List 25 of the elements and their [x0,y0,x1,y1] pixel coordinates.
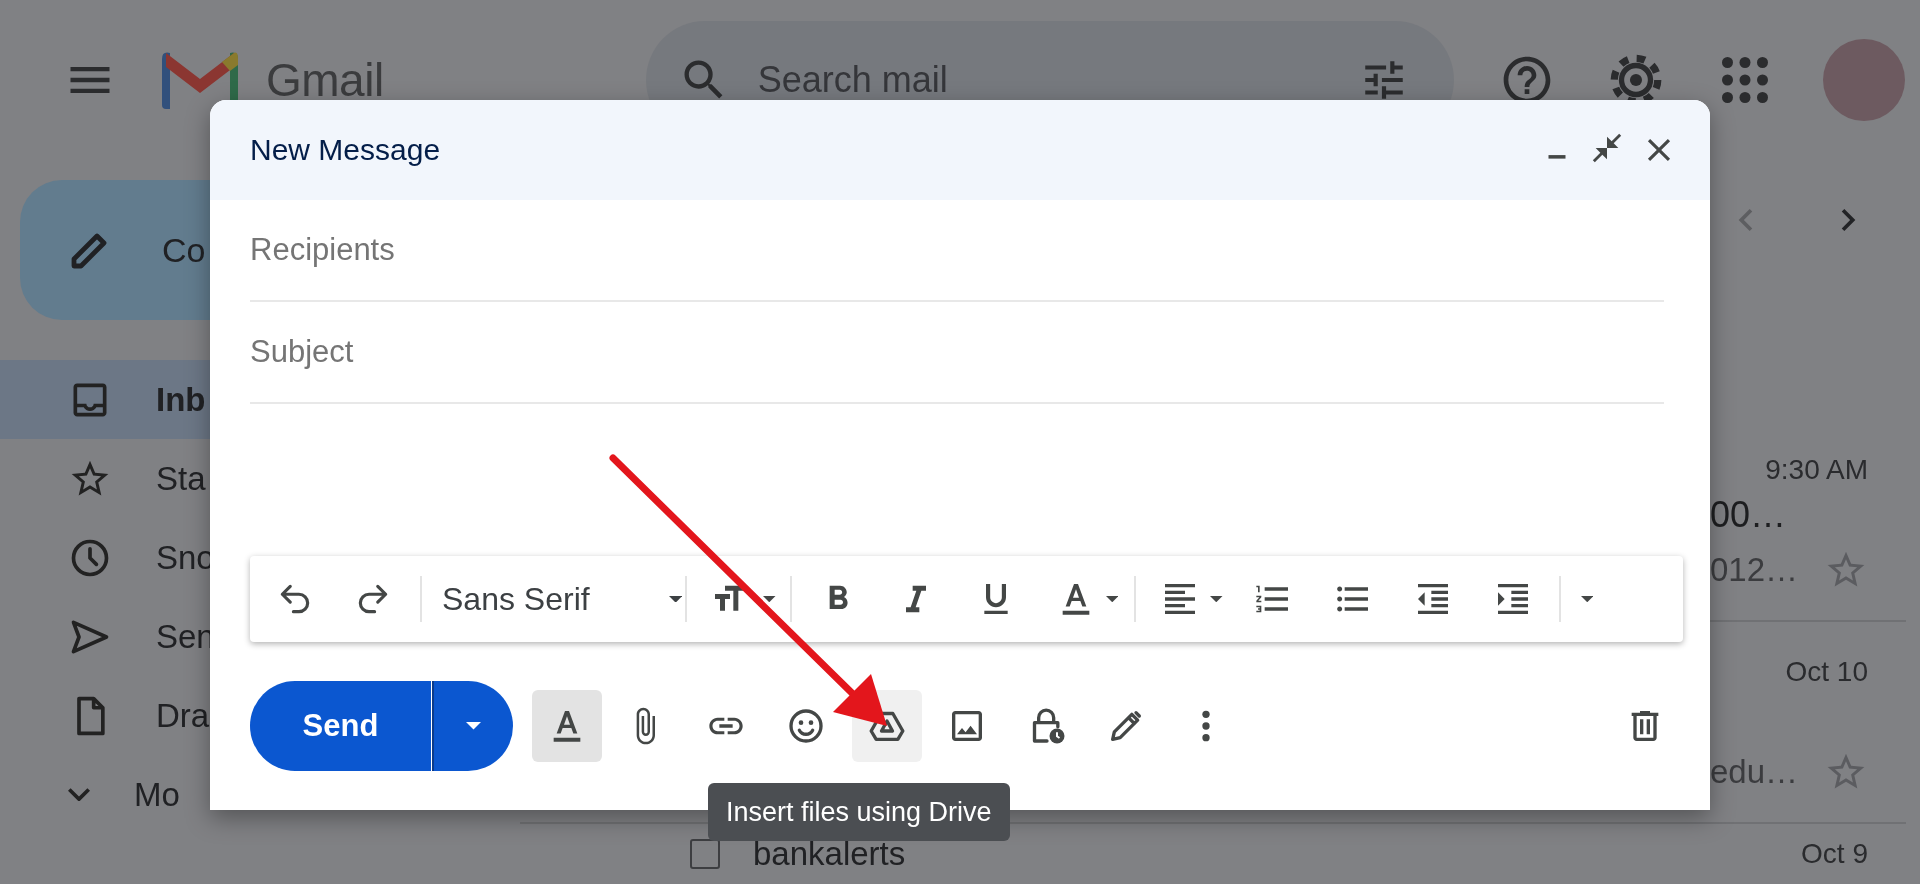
font-dropdown[interactable]: Sans Serif [442,580,682,618]
mail-subject: 00… [1710,493,1787,537]
window-title: New Message [250,133,441,167]
tooltip: Insert files using Drive [708,783,1010,841]
caret-icon[interactable] [1105,595,1118,603]
formatting-options-button[interactable] [532,690,602,762]
emoji-icon[interactable] [786,706,826,746]
exit-full-screen-icon[interactable] [1590,131,1624,165]
m-logo-icon[interactable] [162,51,238,109]
logo-text: Gmail [266,53,384,107]
chevron-down-icon [68,787,90,802]
send-button[interactable]: Send [250,681,431,771]
send-options-button[interactable] [431,681,513,771]
caret-icon[interactable] [1580,595,1593,603]
mail-time: Oct 9 [1801,837,1868,871]
caret-icon [465,722,481,730]
mail-snippet: 012… [1710,550,1799,590]
mail-time: 9:30 AM [1764,453,1868,487]
caret-icon[interactable] [1210,595,1223,603]
caret-icon[interactable] [763,595,776,603]
mail-snippet: edu… [1710,752,1799,792]
search-field[interactable]: Search mail [755,58,1359,102]
mail-time: Oct 10 [1784,655,1868,689]
nav-item[interactable]: Sta [0,439,340,518]
caret-icon [668,595,682,603]
